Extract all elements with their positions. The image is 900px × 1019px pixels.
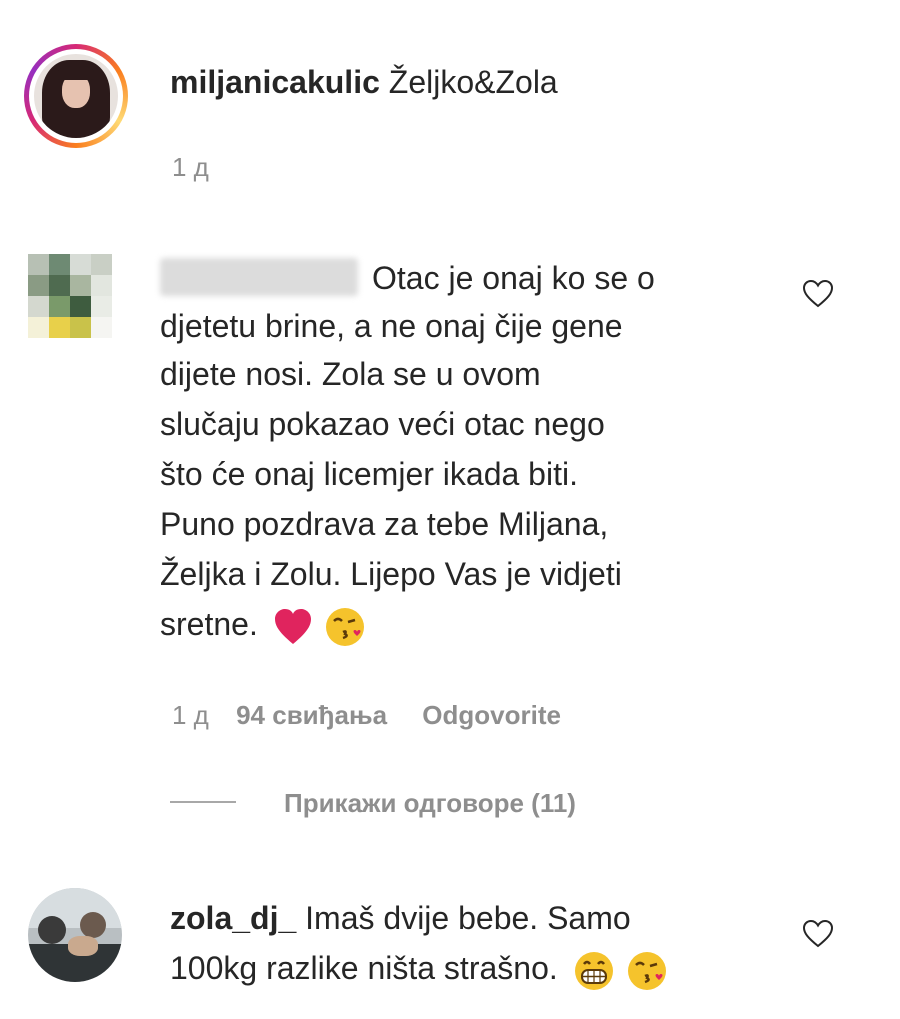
comment-text-line-6: Puno pozdrava za tebe Miljana, <box>160 506 609 542</box>
post-caption-row: miljanicakulic Željko&Zola <box>170 62 558 102</box>
commenter-avatar[interactable] <box>28 254 112 338</box>
comment-text-line-1: Otac je onaj ko se o <box>372 260 655 296</box>
like-comment2-icon[interactable] <box>801 917 835 951</box>
comment-likes[interactable]: 94 свиђања <box>236 700 387 730</box>
comment-text-line-2: djetetu brine, a ne onaj čije gene <box>160 308 623 344</box>
comment-text-last: sretne. <box>160 606 258 642</box>
comment-text-line-3: dijete nosi. Zola se u ovom <box>160 356 541 392</box>
replies-divider <box>170 801 236 803</box>
view-replies-button[interactable]: Прикажи одговоре (11) <box>284 788 576 819</box>
comment-text-line-4: slučaju pokazao veći otac nego <box>160 406 605 442</box>
comment-text-line-7: Željka i Zolu. Lijepo Vas je vidjeti <box>160 556 622 592</box>
comment-text-line-8: sretne. <box>160 600 366 648</box>
post-caption: Željko&Zola <box>388 64 558 100</box>
zola-avatar[interactable] <box>28 888 122 982</box>
reply-button[interactable]: Odgovorite <box>422 700 561 730</box>
comment-time: 1 д <box>172 700 209 730</box>
author-avatar[interactable] <box>24 44 128 148</box>
comment2-text-1: Imaš dvije bebe. Samo <box>305 900 631 936</box>
comment-meta-row: 1 д 94 свиђања Odgovorite <box>172 700 561 731</box>
kiss-face-emoji <box>325 607 364 646</box>
comment-text-line-5: što će onaj licemjer ikada biti. <box>160 456 578 492</box>
kiss-face-emoji-2 <box>627 951 666 990</box>
like-comment-icon[interactable] <box>801 277 835 311</box>
author-username[interactable]: miljanicakulic <box>170 64 380 100</box>
comment2-text-2: 100kg razlike ništa strašno. <box>170 950 558 986</box>
red-heart-emoji <box>274 608 311 644</box>
blurred-username[interactable] <box>160 258 358 296</box>
post-time: 1 д <box>172 152 209 182</box>
comment2-line-1: zola_dj_ Imaš dvije bebe. Samo <box>170 894 631 942</box>
zola-username[interactable]: zola_dj_ <box>170 900 296 936</box>
grinning-face-emoji <box>574 951 613 990</box>
comment2-line-2: 100kg razlike ništa strašno. <box>170 944 668 992</box>
